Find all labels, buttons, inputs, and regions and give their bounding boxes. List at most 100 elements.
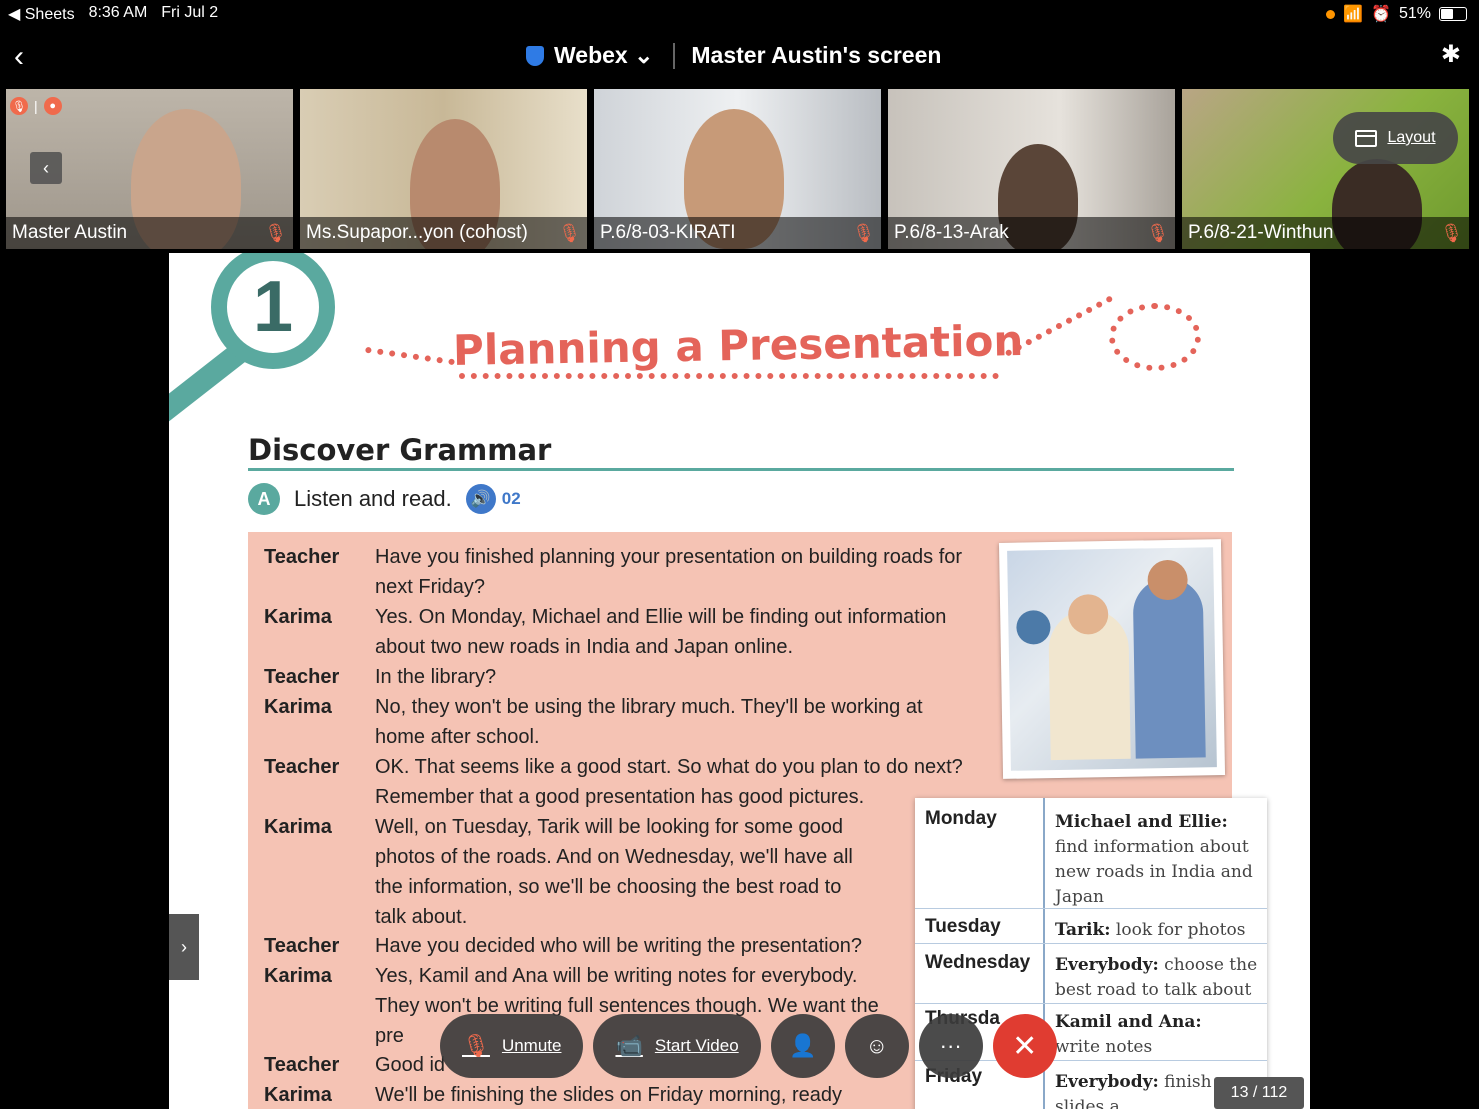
status-date: Fri Jul 2	[161, 4, 219, 21]
battery-icon	[1439, 7, 1467, 21]
leave-meeting-button[interactable]: ✕	[992, 1014, 1057, 1078]
dialog-text: Yes. On Monday, Michael and Ellie will b…	[375, 606, 947, 658]
badge-separator: |	[34, 98, 38, 114]
participant-strip: 🎙 | ● ‹ Master Austin 🎙 Ms.Supapor...yon…	[6, 89, 1469, 249]
decorative-dots	[365, 346, 455, 366]
meeting-title: Webex ⌄ Master Austin's screen	[526, 42, 941, 69]
note-who: Michael and Ellie:	[1055, 812, 1228, 832]
participants-button[interactable]: 👤	[770, 1014, 835, 1078]
start-video-button[interactable]: 📹 Start Video	[593, 1014, 761, 1078]
dialog-line: Karima No, they won't be using the librar…	[264, 692, 945, 752]
participant-name: Ms.Supapor...yon (cohost)	[306, 222, 528, 243]
participant-namebar: P.6/8-13-Arak 🎙	[888, 217, 1175, 249]
speaker-name: Karima	[264, 1084, 332, 1106]
dialog-text: In the library?	[375, 666, 497, 688]
more-icon: ···	[939, 1033, 962, 1058]
meeting-toolbar: 🎙 Unmute 📹 Start Video 👤 ☺ ··· ✕	[440, 1014, 1057, 1078]
unmute-button[interactable]: 🎙 Unmute	[440, 1014, 584, 1078]
video-off-icon: 📹	[615, 1033, 643, 1058]
note-what: write notes	[1055, 1037, 1153, 1057]
note-who: Tarik:	[1055, 920, 1111, 940]
bluetooth-icon[interactable]: ✱	[1441, 40, 1461, 69]
chevron-right-icon: ›	[181, 936, 187, 957]
audio-track-number: 02	[501, 489, 521, 508]
dialog-text: OK. That seems like a good start. So wha…	[375, 756, 963, 808]
exercise-instruction: A Listen and read. 🔊 02	[248, 483, 521, 515]
person-icon: 👤	[788, 1033, 817, 1058]
participant-tile[interactable]: P.6/8-03-KIRATI 🎙	[594, 89, 881, 249]
participant-name: Master Austin	[12, 222, 128, 243]
side-panel-toggle[interactable]: ›	[169, 914, 199, 980]
speaker-name: Teacher	[264, 546, 340, 568]
notebook-row-line	[915, 1003, 1267, 1004]
illustration-photo	[998, 539, 1226, 779]
chevron-down-icon: ⌄	[634, 42, 654, 68]
participant-name: P.6/8-21-Winthun	[1188, 222, 1334, 243]
status-time: 8:36 AM	[88, 4, 148, 21]
dialog-line: Teacher Have you finished planning your p…	[264, 542, 985, 602]
dialog-line: Karima Well, on Tuesday, Tarik will be lo…	[264, 812, 875, 932]
globe-figure	[1016, 610, 1051, 645]
emoji-icon: ☺	[865, 1033, 888, 1058]
back-to-app-link[interactable]: ◀ Sheets	[8, 4, 75, 24]
wifi-icon: 📶	[1343, 6, 1364, 23]
participant-namebar: P.6/8-03-KIRATI 🎙	[594, 217, 881, 249]
unit-number-badge: 1	[211, 253, 335, 369]
unit-number: 1	[252, 267, 294, 347]
participant-tile[interactable]: P.6/8-13-Arak 🎙	[888, 89, 1175, 249]
participant-tile[interactable]: Ms.Supapor...yon (cohost) 🎙	[300, 89, 587, 249]
app-name: Webex	[554, 42, 628, 68]
document-title: Planning a Presentation	[452, 316, 1024, 375]
mic-muted-icon: 🎙	[1146, 222, 1169, 243]
close-icon: ✕	[1012, 1029, 1038, 1063]
speaker-name: Karima	[264, 965, 332, 987]
schedule-note: Kamil and Ana: write notes	[1055, 1010, 1255, 1060]
note-what: find information about new roads in Indi…	[1055, 837, 1253, 907]
magnifier-handle	[169, 344, 246, 424]
notebook-row-line	[915, 943, 1267, 944]
participant-tile[interactable]: 🎙 | ● ‹ Master Austin 🎙	[6, 89, 293, 249]
previous-participants-button[interactable]: ‹	[30, 152, 62, 184]
mic-muted-icon: 🎙	[852, 222, 875, 243]
alarm-icon: ⏰	[1371, 6, 1391, 23]
back-button[interactable]: ‹	[14, 40, 24, 74]
note-what: look for photos	[1115, 920, 1246, 940]
speaker-name: Karima	[264, 696, 332, 718]
app-menu-button[interactable]: Webex ⌄	[554, 42, 653, 69]
participant-namebar: Ms.Supapor...yon (cohost) 🎙	[300, 217, 587, 249]
chevron-left-icon: ‹	[43, 157, 49, 178]
reactions-button[interactable]: ☺	[844, 1014, 909, 1078]
tile-badges: 🎙 | ●	[10, 97, 62, 115]
schedule-note: Tarik: look for photos	[1055, 918, 1265, 943]
speaker-name: Karima	[264, 816, 332, 838]
start-video-label: Start Video	[654, 1036, 739, 1055]
participant-namebar: P.6/8-21-Winthun 🎙	[1182, 217, 1469, 249]
note-who: Kamil and Ana:	[1055, 1012, 1202, 1032]
dialog-line: Teacher Have you decided who will be writ…	[264, 931, 905, 961]
shared-screen-title: Master Austin's screen	[691, 42, 942, 68]
mic-muted-icon: 🎙	[558, 222, 581, 243]
schedule-day: Monday	[925, 808, 997, 829]
muted-badge-icon: 🎙	[10, 97, 28, 115]
dialog-text: No, they won't be using the library much…	[375, 696, 923, 748]
layout-label: Layout	[1387, 129, 1436, 146]
note-who: Everybody:	[1055, 955, 1159, 975]
dialog-text: We'll be finishing the slides on Friday …	[375, 1084, 843, 1106]
mic-in-use-icon	[1326, 9, 1336, 19]
note-who: Everybody:	[1055, 1072, 1159, 1092]
dialog-line: Karima We'll be finishing the slides on F…	[264, 1080, 935, 1109]
mic-muted-icon: 🎙	[462, 1033, 490, 1058]
unmute-label: Unmute	[501, 1036, 562, 1055]
recording-icon: ●	[43, 97, 62, 115]
dialog-text: Have you decided who will be writing the…	[375, 935, 862, 957]
layout-button[interactable]: Layout	[1333, 112, 1458, 164]
instruction-text: Listen and read.	[294, 486, 452, 511]
schedule-note: Everybody: choose the best road to talk …	[1055, 953, 1260, 1003]
mic-muted-icon: 🎙	[264, 222, 287, 243]
speaker-name: Teacher	[264, 935, 340, 957]
status-bar: ◀ Sheets 8:36 AM Fri Jul 2 📶 ⏰ 51%	[0, 0, 1479, 26]
battery-percent: 51%	[1398, 5, 1431, 22]
dialog-text: Well, on Tuesday, Tarik will be looking …	[375, 816, 853, 928]
more-options-button[interactable]: ···	[918, 1014, 983, 1078]
meeting-header: ‹ Webex ⌄ Master Austin's screen ✱	[0, 30, 1479, 82]
